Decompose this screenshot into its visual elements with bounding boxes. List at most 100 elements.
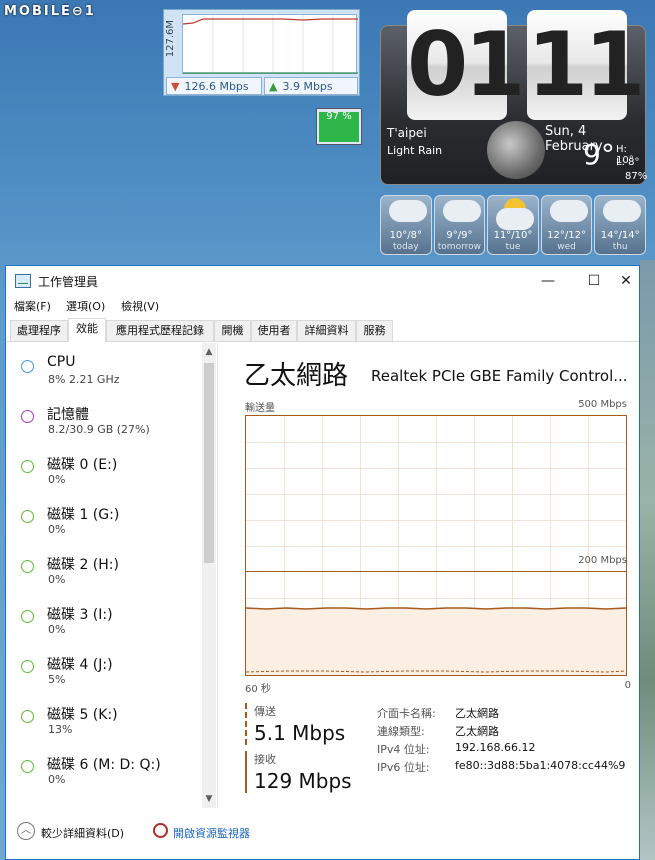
receive-label: 接收 (254, 753, 276, 766)
task-manager-icon (15, 274, 31, 288)
send-label: 傳送 (254, 705, 276, 718)
adapter-name: Realtek PCIe GBE Family Control... (371, 367, 628, 385)
resource-item-disk-4[interactable]: 磁碟 4 (J:) 5% (6, 645, 201, 695)
send-stat: 傳送 5.1 Mbps (245, 703, 345, 745)
battery-gadget[interactable]: 97 % (316, 108, 362, 145)
resource-usage: 0% (48, 623, 66, 636)
info-key: IPv4 位址: (377, 743, 430, 756)
resource-name: 磁碟 6 (M: D: Q:) (47, 757, 161, 773)
upload-readout: ▲ 3.9 Mbps (264, 77, 358, 95)
cloud-icon (389, 200, 427, 222)
download-arrow-icon: ▼ (171, 79, 180, 93)
resource-item-disk-2[interactable]: 磁碟 2 (H:) 0% (6, 545, 201, 595)
throughput-graph (245, 415, 627, 676)
weather-condition: Light Rain (387, 144, 443, 157)
weather-temp: 9° (583, 138, 615, 171)
weather-low: L: 8° (616, 157, 640, 168)
forecast-temp: 11°/10° (493, 230, 533, 241)
clock-minute: 11 (527, 10, 645, 120)
info-key: 連線類型: (377, 725, 425, 738)
weather-city: T'aipei (387, 126, 427, 140)
resource-usage: 0% (48, 573, 66, 586)
forecast-temp: 12°/12° (547, 230, 586, 241)
resource-usage: 8% 2.21 GHz (48, 373, 120, 386)
scroll-up-icon[interactable]: ▲ (202, 345, 216, 359)
close-button[interactable]: ✕ (603, 266, 649, 296)
forecast-temp: 14°/14° (600, 230, 640, 241)
tab-bar: 處理程序 效能 應用程式歷程記錄 開機 使用者 詳細資料 服務 (6, 318, 639, 342)
task-manager-window: 工作管理員 — ☐ ✕ 檔案(F) 選項(O) 檢視(V) 處理程序 效能 應用… (5, 265, 640, 860)
clock-hour: 01 (407, 10, 525, 120)
forecast-day-name: thu (612, 242, 628, 252)
resource-item-disk-5[interactable]: 磁碟 5 (K:) 13% (6, 695, 201, 745)
resource-item-disk-0[interactable]: 磁碟 0 (E:) 0% (6, 445, 201, 495)
tab-users[interactable]: 使用者 (251, 320, 297, 341)
network-meter-gadget[interactable]: 127.6M ▼ 126.6 Mbps ▲ 3.9 Mbps (163, 9, 360, 96)
resource-item-disk-3[interactable]: 磁碟 3 (I:) 0% (6, 595, 201, 645)
weather-humidity: 87% (625, 171, 648, 182)
resource-usage: 0% (48, 473, 66, 486)
fewer-details-button[interactable]: 較少詳細資料(D) (41, 825, 124, 841)
resource-usage: 0% (48, 773, 66, 786)
battery-percent: 97 % (326, 111, 352, 122)
menu-bar: 檔案(F) 選項(O) 檢視(V) (6, 296, 639, 316)
tab-details[interactable]: 詳細資料 (297, 320, 356, 341)
window-title: 工作管理員 (38, 275, 99, 289)
disk-indicator-icon (21, 760, 34, 773)
resource-usage: 13% (48, 723, 73, 736)
resource-list: CPU 8% 2.21 GHz 記憶體 8.2/30.9 GB (27%) 磁碟… (6, 343, 218, 808)
receive-stat: 接收 129 Mbps (245, 751, 352, 793)
minimize-button[interactable]: — (525, 266, 571, 296)
download-value: 126.6 Mbps (184, 79, 249, 93)
info-value: 乙太網路 (455, 707, 499, 720)
forecast-day: 14°/14° thu (594, 195, 646, 255)
tab-processes[interactable]: 處理程序 (10, 320, 68, 341)
forecast-day-name: today (393, 242, 419, 252)
forecast-temp: 9°/9° (446, 230, 473, 241)
resource-usage: 5% (48, 673, 66, 686)
desktop-wallpaper-edge (640, 260, 655, 860)
graph-mid-label: 200 Mbps (578, 555, 627, 566)
resource-item-disk-1[interactable]: 磁碟 1 (G:) 0% (6, 495, 201, 545)
footer-bar: ︿ 較少詳細資料(D) 開啟資源監視器 (6, 818, 639, 848)
cloud-icon (496, 208, 535, 230)
resource-list-scrollbar[interactable]: ▲ ▼ (202, 343, 216, 808)
network-meter-graph (182, 14, 358, 75)
scroll-down-icon[interactable]: ▼ (202, 792, 216, 806)
menu-file[interactable]: 檔案(F) (14, 298, 51, 314)
resource-name: 磁碟 1 (G:) (47, 507, 120, 523)
download-readout: ▼ 126.6 Mbps (166, 77, 262, 95)
resource-name: 磁碟 2 (H:) (47, 557, 119, 573)
info-value: 乙太網路 (455, 725, 499, 738)
menu-options[interactable]: 選項(O) (66, 298, 105, 314)
resource-item-disk-6[interactable]: 磁碟 6 (M: D: Q:) 0% (6, 745, 201, 795)
forecast-day: 9°/9° tomorrow (433, 195, 486, 255)
info-value: 192.168.66.12 (455, 741, 536, 754)
tab-app-history[interactable]: 應用程式歷程記錄 (106, 320, 214, 341)
moon-icon (487, 121, 545, 179)
info-key: 介面卡名稱: (377, 707, 436, 720)
clock-weather-gadget[interactable]: 01 11 T'aipei Light Rain Sun, 4 February… (380, 10, 648, 185)
scrollbar-thumb[interactable] (204, 363, 214, 563)
disk-indicator-icon (21, 660, 34, 673)
tab-startup[interactable]: 開機 (214, 320, 251, 341)
menu-view[interactable]: 檢視(V) (121, 298, 159, 314)
forecast-day: 12°/12° wed (540, 195, 593, 255)
graph-max-label: 500 Mbps (578, 399, 627, 410)
open-resource-monitor-link[interactable]: 開啟資源監視器 (173, 825, 250, 841)
resource-name: 磁碟 5 (K:) (47, 707, 118, 723)
forecast-day-name: tomorrow (437, 242, 481, 252)
info-value: fe80::3d88:5ba1:4078:cc44%9 (455, 759, 626, 772)
disk-indicator-icon (21, 460, 34, 473)
resource-usage: 8.2/30.9 GB (27%) (48, 423, 150, 436)
detail-pane: 乙太網路 Realtek PCIe GBE Family Control... … (219, 343, 639, 808)
title-bar[interactable]: 工作管理員 — ☐ ✕ (6, 266, 639, 296)
resource-item-memory[interactable]: 記憶體 8.2/30.9 GB (27%) (6, 395, 201, 445)
tab-services[interactable]: 服務 (356, 320, 393, 341)
resource-item-cpu[interactable]: CPU 8% 2.21 GHz (6, 345, 201, 395)
resource-usage: 0% (48, 523, 66, 536)
tab-performance[interactable]: 效能 (68, 318, 106, 342)
chevron-up-icon[interactable]: ︿ (17, 822, 35, 840)
forecast-day-name: tue (505, 242, 521, 252)
detail-title: 乙太網路 (244, 361, 349, 391)
